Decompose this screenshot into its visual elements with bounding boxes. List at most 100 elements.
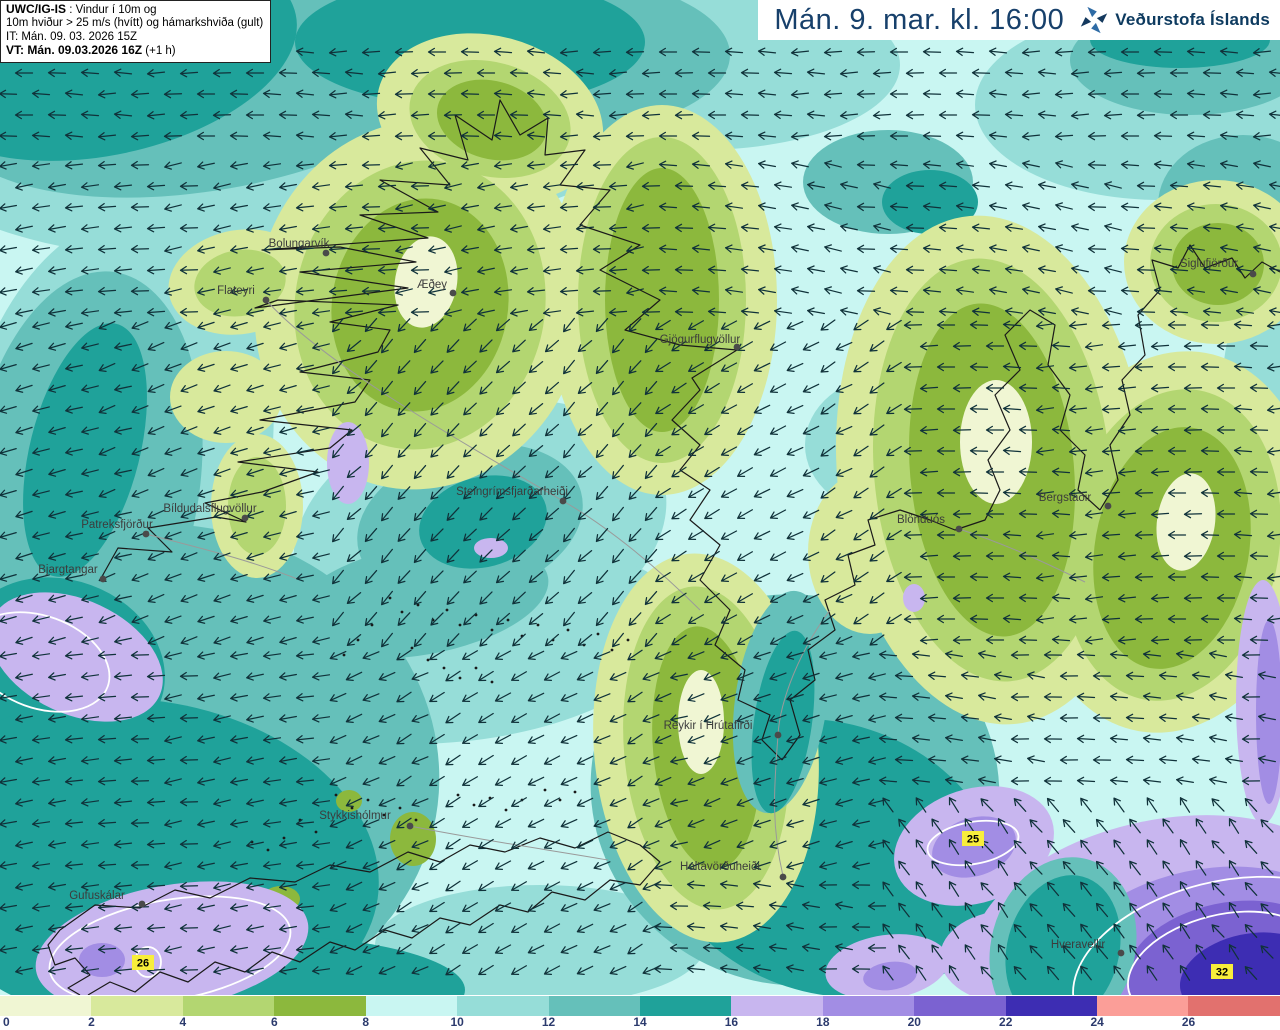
legend-segment [914, 996, 1006, 1017]
map-shape: (+1 h) [142, 45, 176, 58]
map-shape [474, 666, 478, 670]
map-shape [456, 793, 460, 797]
legend-segment [0, 996, 92, 1017]
legend-tick: 22 [999, 1015, 1013, 1029]
map-shape [506, 618, 510, 622]
place-label: Bergstaðir [1039, 492, 1092, 504]
map-shape [350, 806, 354, 810]
place-label: Blönduós [897, 514, 945, 526]
legend-segment [548, 996, 640, 1017]
legend-segment [1188, 996, 1280, 1017]
legend-tick: 6 [270, 1015, 278, 1029]
legend-tick: 8 [362, 1015, 370, 1029]
info-line-3: IT: Mán. 09. 03. 2026 15Z [6, 30, 138, 43]
map-shape [266, 848, 270, 852]
place-dot [406, 822, 414, 830]
place-label: Siglufjörður [1180, 258, 1238, 270]
place-dot [449, 289, 457, 297]
map-shape [1081, 17, 1092, 27]
datetime-box: Mán. 9. mar. kl. 16:00 Veðurstofa Ísland… [758, 0, 1280, 40]
legend-segment [1005, 996, 1098, 1017]
place-dot [1104, 502, 1112, 510]
place-dot [142, 530, 150, 538]
map-shape [1091, 22, 1101, 34]
place-dot [559, 497, 567, 505]
legend-tick: 14 [633, 1015, 647, 1029]
valid-time: VT: Mán. 09.03.2026 16Z [6, 43, 143, 58]
wind-speed-legend [0, 995, 1280, 1017]
legend-segment [182, 996, 275, 1017]
legend-segment [274, 996, 366, 1017]
model-info-box: UWC/IG-IS : Vindur í 10m og 10m hviður >… [0, 0, 272, 63]
map-shape [596, 632, 600, 636]
place-dot [322, 249, 330, 257]
legend-tick: 12 [541, 1015, 556, 1029]
place-label: Flateyri [217, 285, 255, 297]
map-shape [558, 798, 562, 802]
info-line-1: UWC/IG-IS : Vindur í 10m og [6, 2, 263, 17]
legend-tick: 16 [724, 1015, 739, 1029]
place-label: Bolungarvík [269, 238, 330, 250]
map-shape [1087, 6, 1098, 18]
gust-marker-value: 32 [1216, 967, 1228, 979]
map-shape [543, 788, 547, 792]
info-line-4: VT: Mán. 09.03.2026 16Z (+1 h) [6, 44, 263, 58]
legend-tick: 20 [907, 1015, 921, 1029]
legend-tick: 4 [179, 1015, 187, 1029]
legend-tick: 0 [3, 1015, 10, 1029]
map-shape [566, 628, 570, 632]
brand-name: Veðurstofa Íslands [1115, 10, 1270, 29]
place-label: Stykkishólmur [319, 810, 391, 822]
legend-tick: 18 [816, 1015, 830, 1029]
weather-map-page: Bolungarvík Flateyri Æðey Gjögurflugvöllur S… [0, 0, 1280, 1030]
legend-segment [91, 996, 183, 1017]
map-shape [458, 623, 462, 627]
place-label: Gjögurflugvöllur [660, 334, 741, 346]
map-shape [366, 798, 370, 802]
legend-tick: 26 [1181, 1015, 1196, 1029]
map-shape [388, 596, 392, 600]
map-shape [334, 793, 338, 797]
map-shape [356, 638, 360, 642]
map-shape [1081, 6, 1108, 34]
legend-segment [822, 996, 915, 1017]
map-shape [342, 653, 346, 657]
legend-segment [639, 996, 732, 1017]
place-label: Bjargtangar [38, 564, 98, 576]
map-shape [398, 806, 402, 810]
place-label: Steingrímsfjarðarheiði [456, 486, 568, 498]
place-dot [1249, 270, 1257, 278]
map-shape [474, 538, 508, 558]
vedurstofa-logo-icon [1081, 6, 1108, 34]
legend-tick-labels: 0 2 4 6 8 10 12 14 16 18 20 22 24 26 [0, 1016, 1280, 1030]
place-label: Reykir í Hrútafirði [664, 720, 753, 732]
valid-datetime-label: Mán. 9. mar. kl. 16:00 [774, 3, 1065, 36]
place-dot [1117, 949, 1125, 957]
legend-segment [457, 996, 549, 1017]
place-label: Hveravellir [1051, 939, 1105, 951]
map-shape [490, 680, 494, 684]
gust-marker-value: 25 [967, 834, 979, 846]
map-shape [445, 608, 449, 612]
place-label: Patreksfjörður [81, 519, 153, 531]
model-id: UWC/IG-IS [6, 2, 66, 16]
place-dot [99, 575, 107, 583]
legend-tick: 2 [88, 1015, 95, 1029]
place-dot [955, 525, 963, 533]
place-label: Bíldudalsflugvöllur [163, 503, 257, 515]
wind-map: Bolungarvík Flateyri Æðey Gjögurflugvöllur S… [0, 0, 1280, 1030]
map-shape [282, 836, 286, 840]
place-dot [779, 873, 787, 881]
legend-tick: 24 [1090, 1015, 1104, 1029]
map-shape [573, 790, 577, 794]
map-shape [626, 638, 630, 642]
map-shape [490, 628, 494, 632]
map-shape [504, 808, 508, 812]
gust-marker-value: 26 [137, 958, 149, 970]
place-label: Gufuskálar [69, 890, 125, 902]
place-dot [241, 514, 249, 522]
map-shape [458, 676, 462, 680]
legend-segment [365, 996, 458, 1017]
place-label: Æðey [417, 279, 447, 291]
place-dot [774, 731, 782, 739]
